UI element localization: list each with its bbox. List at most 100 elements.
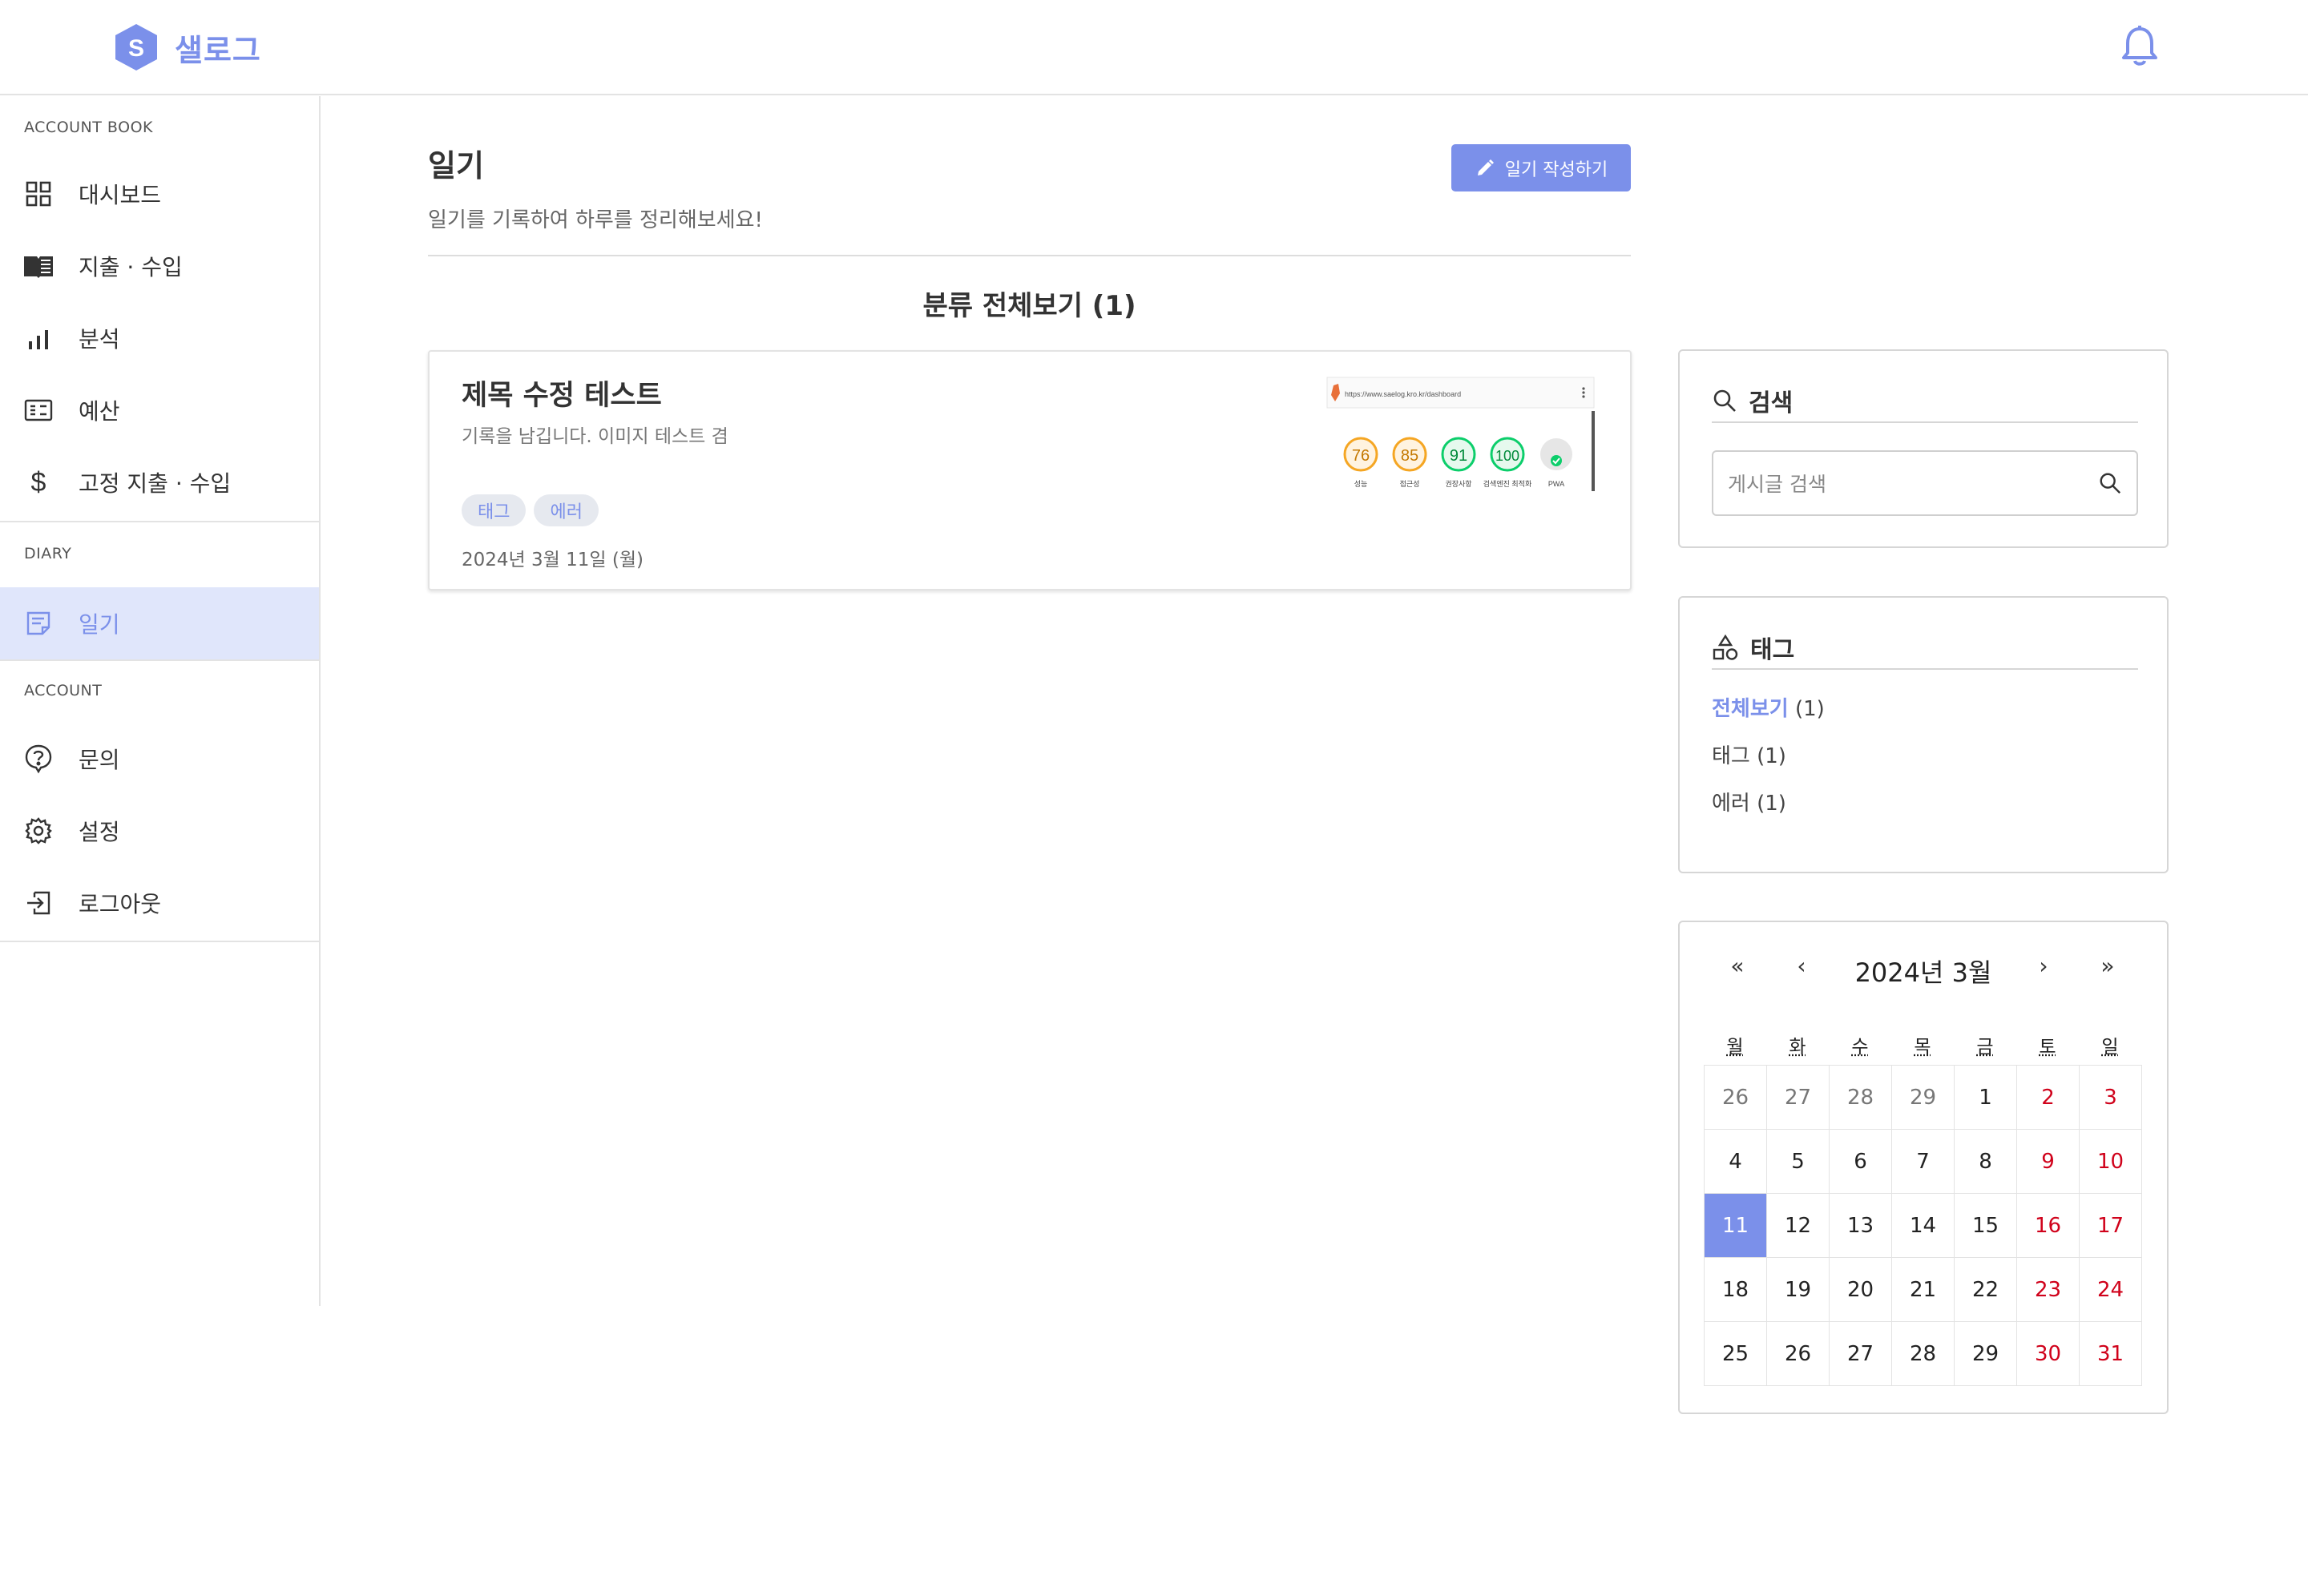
calendar-day[interactable]: 16 xyxy=(2017,1194,2080,1258)
calendar-day[interactable]: 3 xyxy=(2080,1066,2142,1130)
calendar-day[interactable]: 8 xyxy=(1955,1130,2017,1194)
sidebar-item-fixed[interactable]: $ 고정 지출 · 수입 xyxy=(0,446,319,518)
calendar-day[interactable]: 6 xyxy=(1830,1130,1892,1194)
next-year-button[interactable]: » xyxy=(2092,953,2124,979)
calendar-day[interactable]: 27 xyxy=(1830,1322,1892,1386)
post-excerpt: 기록을 남깁니다. 이미지 테스트 겸 xyxy=(462,426,728,447)
sidebar-item-settings[interactable]: 설정 xyxy=(0,795,319,867)
write-diary-label: 일기 작성하기 xyxy=(1504,159,1608,180)
calendar-day[interactable]: 17 xyxy=(2080,1194,2142,1258)
page-subtitle: 일기를 기록하여 하루를 정리해보세요! xyxy=(428,208,763,232)
calendar-day[interactable]: 29 xyxy=(1892,1066,1955,1130)
brand-logo[interactable]: S 샐로그 xyxy=(112,22,261,72)
calendar-day[interactable]: 30 xyxy=(2017,1322,2080,1386)
bell-icon[interactable] xyxy=(2119,24,2161,69)
sidebar-item-label: 일기 xyxy=(79,611,120,638)
sidebar-item-analysis[interactable]: 분석 xyxy=(0,302,319,374)
calendar-day[interactable]: 22 xyxy=(1955,1258,2017,1322)
shapes-icon xyxy=(1713,634,1738,660)
next-month-button[interactable]: › xyxy=(2028,953,2060,979)
calendar-day[interactable]: 28 xyxy=(1830,1066,1892,1130)
calendar-day[interactable]: 26 xyxy=(1767,1322,1830,1386)
tag-filter-all[interactable]: 전체보기 (1) xyxy=(1712,692,1825,722)
calendar-day[interactable]: 7 xyxy=(1892,1130,1955,1194)
sidebar-item-logout[interactable]: 로그아웃 xyxy=(0,867,319,939)
panel-divider xyxy=(1712,421,2138,423)
tag-filter-error[interactable]: 에러 (1) xyxy=(1712,787,1786,816)
sidebar-item-dashboard[interactable]: 대시보드 xyxy=(0,158,319,230)
weekday-label: 토 xyxy=(2039,1037,2056,1058)
calendar-day[interactable]: 2 xyxy=(2017,1066,2080,1130)
search-panel-header: 검색 xyxy=(1712,383,1793,418)
calendar-day[interactable]: 27 xyxy=(1767,1066,1830,1130)
search-panel: 검색 게시글 검색 xyxy=(1678,349,2169,548)
weekday-label: 목 xyxy=(1914,1037,1931,1058)
calendar-day[interactable]: 21 xyxy=(1892,1258,1955,1322)
panel-divider xyxy=(1712,668,2138,670)
page-title: 일기 xyxy=(428,148,484,183)
prev-month-button[interactable]: ‹ xyxy=(1785,953,1818,979)
weekday-label: 수 xyxy=(1851,1037,1869,1058)
weekday-label: 일 xyxy=(2101,1037,2119,1058)
svg-text:91: 91 xyxy=(1450,447,1467,465)
calendar-day[interactable]: 12 xyxy=(1767,1194,1830,1258)
sidebar-divider xyxy=(0,521,319,522)
sidebar-divider xyxy=(0,941,319,942)
svg-text:100: 100 xyxy=(1495,448,1519,464)
calendar-day[interactable]: 31 xyxy=(2080,1322,2142,1386)
calendar-day[interactable]: 25 xyxy=(1705,1322,1767,1386)
sidebar-item-expense-income[interactable]: 지출 · 수입 xyxy=(0,230,319,302)
calendar-day[interactable]: 13 xyxy=(1830,1194,1892,1258)
calendar-day[interactable]: 15 xyxy=(1955,1194,2017,1258)
calendar-day[interactable]: 1 xyxy=(1955,1066,2017,1130)
search-input[interactable]: 게시글 검색 xyxy=(1712,450,2138,516)
calendar-day[interactable]: 4 xyxy=(1705,1130,1767,1194)
weekday-label: 월 xyxy=(1726,1037,1744,1058)
sidebar-item-diary[interactable]: 일기 xyxy=(0,587,319,659)
dollar-icon: $ xyxy=(30,466,46,498)
calendar-day[interactable]: 23 xyxy=(2017,1258,2080,1322)
calendar-day[interactable]: 24 xyxy=(2080,1258,2142,1322)
svg-text:검색엔진 최적화: 검색엔진 최적화 xyxy=(1483,479,1531,488)
svg-text:접근성: 접근성 xyxy=(1400,479,1420,488)
search-panel-title: 검색 xyxy=(1749,389,1794,417)
post-card[interactable]: 제목 수정 테스트 기록을 남깁니다. 이미지 테스트 겸 태그 에러 2024… xyxy=(428,350,1632,590)
calendar-day[interactable]: 18 xyxy=(1705,1258,1767,1322)
tags-panel-header: 태그 xyxy=(1712,630,1794,665)
svg-text:성능: 성능 xyxy=(1354,480,1368,488)
post-tag[interactable]: 태그 xyxy=(462,494,527,526)
question-icon xyxy=(22,743,54,775)
write-diary-button[interactable]: 일기 작성하기 xyxy=(1451,144,1631,191)
calendar-day[interactable]: 26 xyxy=(1705,1066,1767,1130)
calendar-day[interactable]: 5 xyxy=(1767,1130,1830,1194)
search-submit-icon[interactable] xyxy=(2098,471,2122,495)
calendar-day[interactable]: 9 xyxy=(2017,1130,2080,1194)
svg-text:85: 85 xyxy=(1401,447,1418,465)
post-title[interactable]: 제목 수정 테스트 xyxy=(462,373,662,413)
calendar-day[interactable]: 10 xyxy=(2080,1130,2142,1194)
prev-year-button[interactable]: « xyxy=(1721,953,1753,979)
logout-icon xyxy=(22,887,54,919)
calendar-day[interactable]: 20 xyxy=(1830,1258,1892,1322)
calendar-day[interactable]: 29 xyxy=(1955,1322,2017,1386)
sidebar-item-budget[interactable]: 예산 xyxy=(0,374,319,446)
tags-panel-title: 태그 xyxy=(1750,636,1795,664)
calendar-day[interactable]: 28 xyxy=(1892,1322,1955,1386)
top-header: S 샐로그 xyxy=(0,0,2308,95)
calendar-day[interactable]: 14 xyxy=(1892,1194,1955,1258)
category-title: 분류 전체보기 (1) xyxy=(922,290,1136,322)
sidebar-divider xyxy=(0,659,319,661)
sidebar-item-label: 문의 xyxy=(79,747,120,773)
calendar-day[interactable]: 19 xyxy=(1767,1258,1830,1322)
sidebar-item-label: 설정 xyxy=(79,819,120,845)
post-tag[interactable]: 에러 xyxy=(534,494,599,526)
calendar-day[interactable]: 11 xyxy=(1705,1194,1767,1258)
sidebar-item-label: 분석 xyxy=(79,326,120,353)
bar-chart-icon xyxy=(22,322,54,354)
tag-filter-tag[interactable]: 태그 (1) xyxy=(1712,740,1786,769)
gear-icon xyxy=(22,815,54,847)
tag-filter-name: 에러 xyxy=(1712,792,1750,816)
weekday-label: 화 xyxy=(1789,1037,1806,1058)
post-thumbnail: https://www.saelog.kro.kr/dashboard 76 성… xyxy=(1324,376,1597,560)
sidebar-item-inquiry[interactable]: 문의 xyxy=(0,723,319,795)
